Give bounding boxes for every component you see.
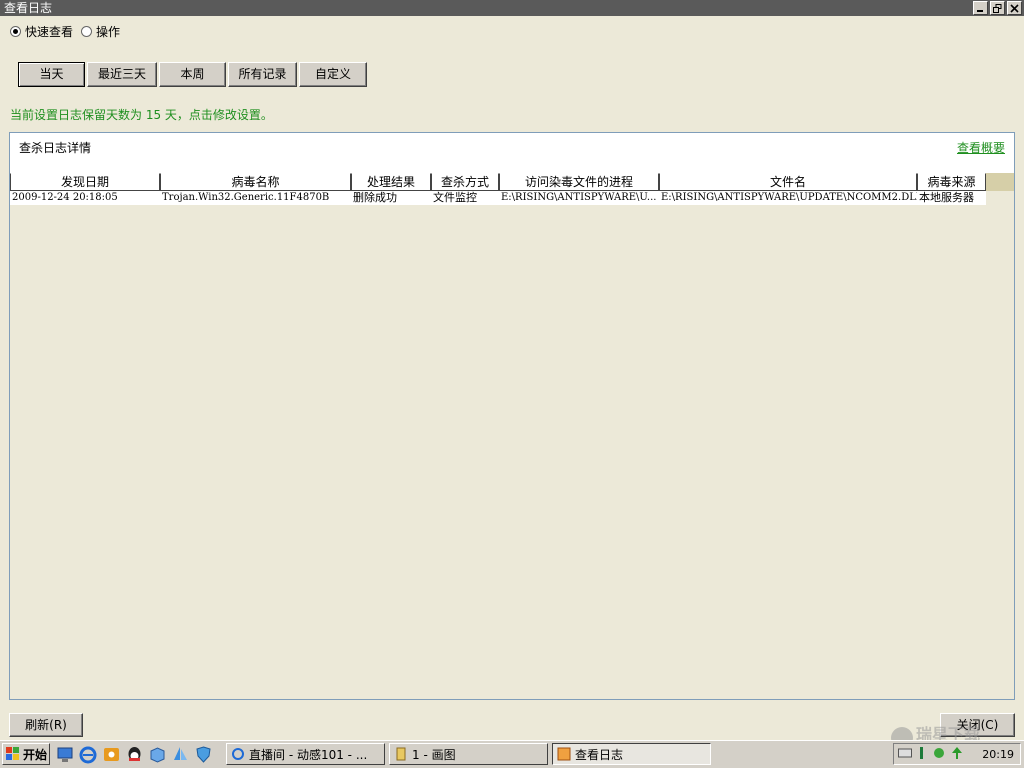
column-header-scan-method[interactable]: 查杀方式 bbox=[431, 173, 499, 191]
this-week-button[interactable]: 本周 bbox=[159, 62, 226, 87]
ie-icon bbox=[232, 748, 244, 760]
radio-quick-view[interactable]: 快速查看 bbox=[10, 23, 73, 40]
task-view-log-window[interactable]: 查看日志 bbox=[552, 743, 711, 765]
task-label: 直播间 - 动感101 - ... bbox=[249, 747, 368, 762]
paint-icon bbox=[396, 747, 406, 761]
close-window-button[interactable] bbox=[1007, 1, 1022, 15]
window-title: 查看日志 bbox=[4, 1, 53, 15]
start-button[interactable]: 开始 bbox=[2, 743, 50, 765]
restore-button[interactable] bbox=[990, 1, 1005, 15]
cell-process: E:\RISING\ANTISPYWARE\U... bbox=[499, 191, 659, 205]
column-header-result[interactable]: 处理结果 bbox=[351, 173, 431, 191]
windows-logo-icon bbox=[6, 747, 19, 760]
view-summary-link[interactable]: 查看概要 bbox=[957, 139, 1005, 156]
range-button-group: 当天 最近三天 本周 所有记录 自定义 bbox=[18, 62, 367, 87]
log-app-icon bbox=[557, 747, 571, 761]
update-icon[interactable] bbox=[950, 746, 964, 763]
radio-selected-icon bbox=[10, 26, 21, 37]
task-radio-window[interactable]: 直播间 - 动感101 - ... bbox=[226, 743, 385, 765]
custom-range-button[interactable]: 自定义 bbox=[299, 62, 367, 87]
sail-icon[interactable] bbox=[171, 745, 190, 764]
restore-icon bbox=[993, 4, 1002, 13]
radio-unselected-icon bbox=[81, 26, 93, 37]
ie-icon[interactable] bbox=[79, 745, 98, 764]
cell-virus-name: Trojan.Win32.Generic.11F4870B bbox=[160, 191, 351, 205]
retention-notice-link[interactable]: 当前设置日志保留天数为 15 天，点击修改设置。 bbox=[10, 106, 273, 123]
media-icon[interactable] bbox=[102, 745, 121, 764]
radio-label: 操作 bbox=[96, 25, 121, 39]
desktop-icon[interactable] bbox=[56, 745, 75, 764]
cell-scan-method: 文件监控 bbox=[431, 191, 499, 205]
last-three-days-button[interactable]: 最近三天 bbox=[87, 62, 157, 87]
shield-icon[interactable] bbox=[194, 745, 213, 764]
today-button[interactable]: 当天 bbox=[18, 62, 85, 87]
minimize-icon bbox=[977, 10, 983, 12]
close-icon bbox=[1010, 4, 1019, 13]
radio-label: 快速查看 bbox=[25, 25, 74, 39]
antivirus-icon[interactable] bbox=[932, 746, 946, 763]
clock[interactable]: 20:19 bbox=[982, 748, 1014, 761]
task-label: 1 - 画图 bbox=[412, 747, 456, 762]
keyboard-icon[interactable] bbox=[898, 747, 912, 762]
close-button[interactable]: 关闭(C) bbox=[940, 713, 1015, 737]
radio-operation[interactable]: 操作 bbox=[81, 23, 120, 40]
quick-launch bbox=[56, 745, 213, 764]
all-records-button[interactable]: 所有记录 bbox=[228, 62, 297, 87]
table-header: 发现日期 病毒名称 处理结果 查杀方式 访问染毒文件的进程 文件名 病毒来源 bbox=[10, 173, 1014, 191]
view-mode-group: 快速查看 操作 bbox=[10, 23, 120, 40]
cell-filename: E:\RISING\ANTISPYWARE\UPDATE\NCOMM2.DLL bbox=[659, 191, 917, 205]
log-detail-panel: 查杀日志详情 查看概要 发现日期 病毒名称 处理结果 查杀方式 访问染毒文件的进… bbox=[9, 132, 1015, 700]
cell-result: 删除成功 bbox=[351, 191, 431, 205]
panel-title: 查杀日志详情 bbox=[19, 141, 92, 155]
column-header-process[interactable]: 访问染毒文件的进程 bbox=[499, 173, 659, 191]
qq-icon[interactable] bbox=[125, 745, 144, 764]
network-icon[interactable] bbox=[916, 746, 928, 763]
system-tray: 20:19 bbox=[893, 743, 1021, 765]
cell-source: 本地服务器 bbox=[917, 191, 986, 205]
taskbar: 开始 直播间 - 动感101 - ... 1 - 画图 查看日志 20:19 bbox=[0, 740, 1024, 768]
column-header-source[interactable]: 病毒来源 bbox=[917, 173, 986, 191]
column-header-filename[interactable]: 文件名 bbox=[659, 173, 917, 191]
task-label: 查看日志 bbox=[575, 747, 624, 762]
minimize-button[interactable] bbox=[973, 1, 988, 15]
task-paint-window[interactable]: 1 - 画图 bbox=[389, 743, 548, 765]
title-bar: 查看日志 bbox=[0, 0, 1024, 16]
cell-date: 2009-12-24 20:18:05 bbox=[10, 191, 160, 205]
refresh-button[interactable]: 刷新(R) bbox=[9, 713, 83, 737]
column-header-date[interactable]: 发现日期 bbox=[10, 173, 160, 191]
box-icon[interactable] bbox=[148, 745, 167, 764]
start-label: 开始 bbox=[23, 747, 48, 762]
column-header-virus-name[interactable]: 病毒名称 bbox=[160, 173, 351, 191]
